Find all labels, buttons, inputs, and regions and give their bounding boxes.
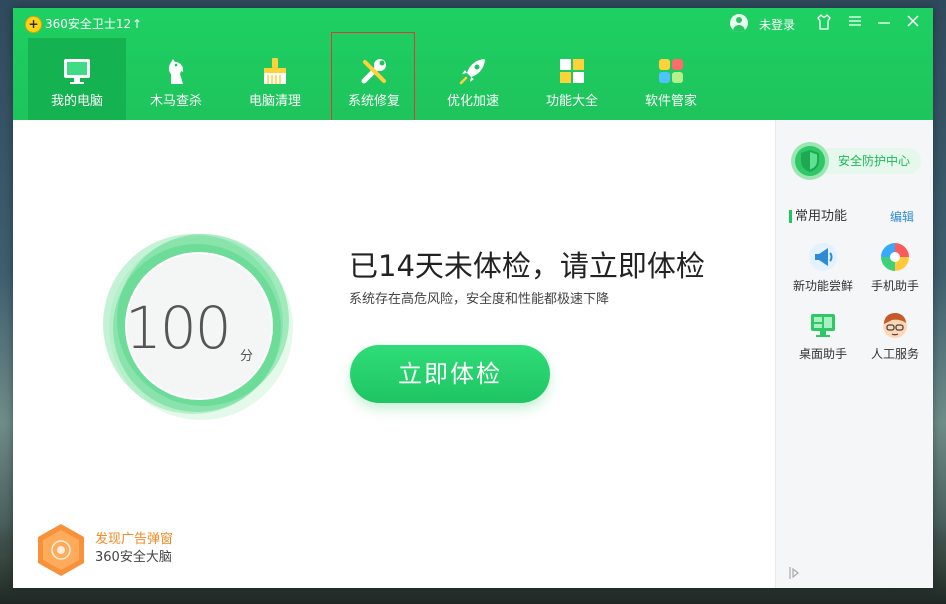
shield-icon xyxy=(790,141,830,181)
app-title: 360安全卫士12 xyxy=(45,17,132,31)
func-label: 新功能尝鲜 xyxy=(792,279,853,293)
nav-label: 软件管家 xyxy=(644,94,697,109)
app-logo-icon: + xyxy=(25,16,42,33)
upgrade-arrow-icon[interactable]: ↑ xyxy=(132,16,142,32)
collapse-sidebar-icon[interactable] xyxy=(788,566,800,583)
func-new-features[interactable]: 新功能尝鲜 xyxy=(788,242,858,302)
phone-helper-icon xyxy=(880,242,910,272)
protection-center-label[interactable]: 安全防护中心 xyxy=(838,153,910,169)
func-desktop-helper[interactable]: 桌面助手 xyxy=(788,310,858,370)
nav-item-all-features[interactable]: 功能大全 xyxy=(523,38,621,120)
func-label: 桌面助手 xyxy=(798,347,847,361)
rocket-icon xyxy=(458,56,488,86)
apps-icon xyxy=(656,56,686,86)
nav-item-software-manager[interactable]: 软件管家 xyxy=(622,38,720,120)
broom-icon xyxy=(260,56,290,86)
service-agent-icon xyxy=(880,310,910,340)
nav-item-my-computer[interactable]: 我的电脑 xyxy=(28,38,126,120)
nav-item-system-repair[interactable]: 系统修复 xyxy=(325,38,423,120)
grid-icon xyxy=(557,56,587,86)
nav-label: 电脑清理 xyxy=(248,94,301,109)
edit-link[interactable]: 编辑 xyxy=(890,209,914,225)
func-label: 手机助手 xyxy=(870,279,919,293)
main-panel: 100 分 已14天未体检，请立即体检 系统存在高危风险，安全度和性能都极速下降… xyxy=(13,120,775,588)
wrench-icon xyxy=(359,56,389,86)
nav-label: 木马查杀 xyxy=(149,94,202,109)
login-link[interactable]: 未登录 xyxy=(759,17,795,33)
nav-label: 我的电脑 xyxy=(50,94,103,109)
user-avatar-icon[interactable] xyxy=(730,14,748,32)
func-human-service[interactable]: 人工服务 xyxy=(860,310,930,370)
checkup-warning: 系统存在高危风险，安全度和性能都极速下降 xyxy=(349,292,610,307)
close-icon[interactable] xyxy=(903,13,923,33)
header: + 360安全卫士12 ↑ 未登录 我的电脑 木马查杀 电脑清理 系统修复 优化… xyxy=(13,8,933,120)
nav-item-trojan-scan[interactable]: 木马查杀 xyxy=(127,38,225,120)
desktop-helper-icon xyxy=(808,310,838,340)
menu-icon[interactable] xyxy=(845,13,865,33)
ad-popup-alert-title[interactable]: 发现广告弹窗 xyxy=(95,532,173,548)
start-checkup-button[interactable]: 立即体检 xyxy=(350,345,550,403)
minimize-icon[interactable] xyxy=(874,13,894,33)
score-unit: 分 xyxy=(240,349,254,364)
skin-shirt-icon[interactable] xyxy=(814,13,834,33)
title-bar: + 360安全卫士12 ↑ 未登录 xyxy=(13,8,933,38)
main-nav: 我的电脑 木马查杀 电脑清理 系统修复 优化加速 功能大全 软件管家 xyxy=(13,38,933,120)
score-value: 100 xyxy=(125,294,232,362)
ad-popup-alert-subtitle: 360安全大脑 xyxy=(95,550,172,565)
section-marker xyxy=(789,210,792,223)
security-brain-icon[interactable] xyxy=(35,522,87,578)
nav-item-pc-cleanup[interactable]: 电脑清理 xyxy=(226,38,324,120)
func-phone-helper[interactable]: 手机助手 xyxy=(860,242,930,302)
right-sidebar: 安全防护中心 常用功能 编辑 新功能尝鲜 手机助手 桌面助手 人工服务 xyxy=(775,120,933,588)
func-label: 人工服务 xyxy=(870,347,919,361)
horse-icon xyxy=(161,56,191,86)
app-window: + 360安全卫士12 ↑ 未登录 我的电脑 木马查杀 电脑清理 系统修复 优化… xyxy=(13,8,933,588)
monitor-icon xyxy=(62,56,92,86)
checkup-headline: 已14天未体检，请立即体检 xyxy=(349,249,705,283)
nav-label: 优化加速 xyxy=(446,94,499,109)
nav-label: 系统修复 xyxy=(347,94,400,109)
nav-label: 功能大全 xyxy=(545,94,598,109)
megaphone-icon xyxy=(808,242,838,272)
common-functions-title: 常用功能 xyxy=(795,209,848,224)
nav-item-optimize[interactable]: 优化加速 xyxy=(424,38,522,120)
